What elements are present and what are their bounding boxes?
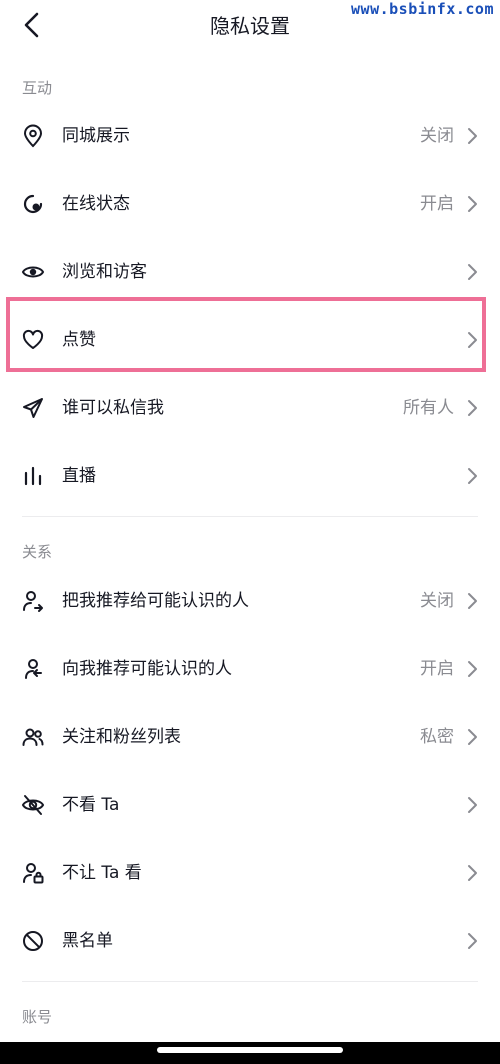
section-divider [22,516,478,517]
row-blacklist[interactable]: 黑名单 [0,909,500,973]
row-live[interactable]: 直播 [0,444,500,508]
row-label: 在线状态 [62,194,130,214]
section-title-account: 账号 [22,1008,53,1026]
row-label: 向我推荐可能认识的人 [62,659,232,679]
page-title: 隐私设置 [210,14,290,38]
online-status-icon [21,192,45,216]
location-pin-icon [21,124,45,148]
row-who-can-message[interactable]: 谁可以私信我 所有人 [0,376,500,440]
row-value: 关闭 [420,126,454,146]
row-label: 不看 Ta [62,795,120,815]
section-divider [22,981,478,982]
row-label: 同城展示 [62,126,130,146]
row-local-display[interactable]: 同城展示 关闭 [0,104,500,168]
row-label: 浏览和访客 [62,262,147,282]
block-icon [21,929,45,953]
row-label: 把我推荐给可能认识的人 [62,591,249,611]
row-value: 开启 [420,659,454,679]
row-recommend-to-me[interactable]: 向我推荐可能认识的人 开启 [0,637,500,701]
live-bars-icon [21,464,45,488]
row-value: 私密 [420,727,454,747]
row-dont-let-ta-see[interactable]: 不让 Ta 看 [0,841,500,905]
chevron-right-icon [468,661,477,677]
row-dont-see-ta[interactable]: 不看 Ta [0,773,500,837]
users-icon [21,725,45,749]
chevron-right-icon [468,797,477,813]
home-bar [0,1042,500,1064]
row-online-status[interactable]: 在线状态 开启 [0,172,500,236]
highlight-box [6,297,486,372]
row-value: 关闭 [420,591,454,611]
nav-header: 隐私设置 [0,0,500,50]
user-recommend-icon [21,657,45,681]
chevron-right-icon [468,196,477,212]
row-value: 开启 [420,194,454,214]
section-title-relations: 关系 [22,543,53,561]
chevron-right-icon [468,729,477,745]
home-indicator[interactable] [157,1047,343,1053]
user-share-icon [21,589,45,613]
send-icon [21,396,45,420]
row-label: 黑名单 [62,931,113,951]
row-label: 关注和粉丝列表 [62,727,181,747]
row-recommend-me[interactable]: 把我推荐给可能认识的人 关闭 [0,569,500,633]
chevron-right-icon [468,468,477,484]
chevron-right-icon [468,593,477,609]
eye-icon [21,260,45,284]
eye-off-icon [21,793,45,817]
chevron-right-icon [468,933,477,949]
row-label: 不让 Ta 看 [62,863,142,883]
row-value: 所有人 [403,398,454,418]
chevron-right-icon [468,264,477,280]
section-title-interaction: 互动 [22,79,53,97]
row-browse-visitors[interactable]: 浏览和访客 [0,240,500,304]
chevron-right-icon [468,128,477,144]
row-label: 谁可以私信我 [62,398,164,418]
row-follow-fans-list[interactable]: 关注和粉丝列表 私密 [0,705,500,769]
chevron-right-icon [468,865,477,881]
user-lock-icon [21,861,45,885]
row-label: 直播 [62,466,96,486]
chevron-right-icon [468,400,477,416]
